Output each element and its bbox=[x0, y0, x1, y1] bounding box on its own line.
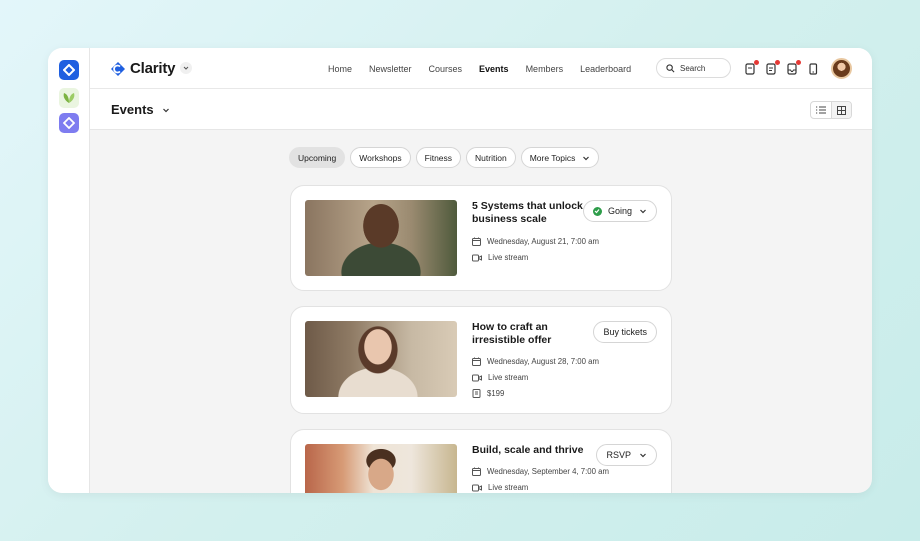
video-icon bbox=[472, 254, 482, 261]
event-format: Live stream bbox=[472, 483, 528, 492]
phone-icon bbox=[809, 63, 818, 75]
bell-icon bbox=[745, 63, 755, 75]
top-navigation-bar: Clarity Home Newsletter Courses Events M… bbox=[90, 48, 872, 89]
event-thumbnail bbox=[305, 200, 457, 276]
user-avatar[interactable] bbox=[831, 58, 852, 79]
search-icon bbox=[666, 63, 675, 72]
notifications-button[interactable] bbox=[745, 60, 759, 75]
going-label: Going bbox=[607, 206, 632, 216]
page-title: Events bbox=[111, 102, 154, 117]
ticket-icon bbox=[472, 389, 481, 398]
nav-home[interactable]: Home bbox=[328, 60, 352, 78]
nav-events[interactable]: Events bbox=[479, 60, 509, 78]
event-date-text: Wednesday, September 4, 7:00 am bbox=[487, 467, 609, 476]
calendar-icon bbox=[472, 357, 481, 366]
going-dropdown[interactable]: Going bbox=[582, 200, 657, 222]
event-date-text: Wednesday, August 21, 7:00 am bbox=[487, 237, 599, 246]
calendar-icon bbox=[472, 467, 481, 476]
event-card[interactable]: 5 Systems that unlock business scale Wed… bbox=[290, 185, 672, 291]
messages-button[interactable] bbox=[766, 60, 780, 75]
buy-tickets-button[interactable]: Buy tickets bbox=[593, 321, 657, 343]
event-format: Live stream bbox=[472, 253, 528, 262]
list-view-button[interactable] bbox=[811, 102, 831, 118]
clarity-logo-icon bbox=[111, 61, 125, 76]
event-date: Wednesday, September 4, 7:00 am bbox=[472, 467, 609, 476]
topic-filters: Upcoming Workshops Fitness Nutrition Mor… bbox=[289, 147, 604, 168]
event-date: Wednesday, August 21, 7:00 am bbox=[472, 237, 599, 246]
page-title-dropdown[interactable]: Events bbox=[111, 102, 170, 117]
video-icon bbox=[472, 374, 482, 381]
rsvp-dropdown[interactable]: RSVP bbox=[596, 444, 657, 466]
app-window: Clarity Home Newsletter Courses Events M… bbox=[48, 48, 872, 493]
search-input[interactable]: Search bbox=[656, 58, 731, 78]
chevron-down-icon bbox=[583, 156, 590, 160]
inbox-button[interactable] bbox=[787, 60, 801, 75]
notification-badge bbox=[754, 60, 759, 65]
list-icon bbox=[816, 106, 826, 114]
app-switcher-rail bbox=[48, 48, 90, 493]
messages-badge bbox=[775, 60, 780, 65]
event-price: $199 bbox=[472, 389, 504, 398]
event-format: Live stream bbox=[472, 373, 528, 382]
filter-more-topics[interactable]: More Topics bbox=[520, 147, 600, 168]
event-date: Wednesday, August 28, 7:00 am bbox=[472, 357, 599, 366]
event-format-text: Live stream bbox=[488, 483, 529, 492]
calendar-icon bbox=[472, 237, 481, 246]
event-date-text: Wednesday, August 28, 7:00 am bbox=[487, 357, 599, 366]
filter-fitness[interactable]: Fitness bbox=[415, 147, 462, 168]
event-thumbnail bbox=[305, 444, 457, 493]
nav-newsletter[interactable]: Newsletter bbox=[369, 60, 412, 78]
brand-name: Clarity bbox=[130, 60, 176, 77]
event-format-text: Live stream bbox=[488, 373, 529, 382]
grid-view-button[interactable] bbox=[831, 102, 851, 118]
inbox-icon bbox=[787, 63, 797, 75]
chevron-down-icon bbox=[640, 209, 646, 214]
event-price-text: $199 bbox=[487, 389, 505, 398]
circle-app-icon[interactable] bbox=[59, 113, 79, 133]
mobile-app-button[interactable] bbox=[808, 62, 820, 75]
workspace-switcher-button[interactable] bbox=[180, 62, 192, 74]
leaf-app-icon[interactable] bbox=[59, 88, 79, 108]
rsvp-label: RSVP bbox=[606, 450, 631, 460]
event-card[interactable]: Build, scale and thrive Wednesday, Septe… bbox=[290, 429, 672, 493]
event-title[interactable]: Build, scale and thrive bbox=[472, 444, 602, 457]
check-icon bbox=[592, 206, 602, 216]
inbox-badge bbox=[796, 60, 801, 65]
clarity-logo[interactable]: Clarity bbox=[110, 60, 175, 77]
message-icon bbox=[766, 63, 776, 75]
video-icon bbox=[472, 484, 482, 491]
nav-courses[interactable]: Courses bbox=[429, 60, 463, 78]
event-thumbnail bbox=[305, 321, 457, 397]
more-topics-label: More Topics bbox=[529, 152, 576, 163]
event-format-text: Live stream bbox=[488, 253, 529, 262]
chevron-down-icon bbox=[640, 453, 646, 458]
filter-upcoming[interactable]: Upcoming bbox=[289, 147, 346, 168]
filter-nutrition[interactable]: Nutrition bbox=[466, 147, 516, 168]
main-nav: Home Newsletter Courses Events Members L… bbox=[328, 48, 648, 89]
page-header: Events bbox=[90, 89, 872, 130]
nav-members[interactable]: Members bbox=[526, 60, 564, 78]
clarity-app-icon[interactable] bbox=[59, 60, 79, 80]
view-toggle bbox=[810, 101, 852, 119]
nav-leaderboard[interactable]: Leaderboard bbox=[580, 60, 631, 78]
event-title[interactable]: How to craft an irresistible offer bbox=[472, 321, 587, 347]
event-title[interactable]: 5 Systems that unlock business scale bbox=[472, 200, 587, 226]
search-label: Search bbox=[680, 63, 706, 73]
chevron-down-icon bbox=[183, 66, 189, 70]
event-card[interactable]: How to craft an irresistible offer Wedne… bbox=[290, 306, 672, 414]
chevron-down-icon bbox=[163, 108, 170, 113]
grid-icon bbox=[837, 105, 846, 115]
filter-workshops[interactable]: Workshops bbox=[350, 147, 411, 168]
